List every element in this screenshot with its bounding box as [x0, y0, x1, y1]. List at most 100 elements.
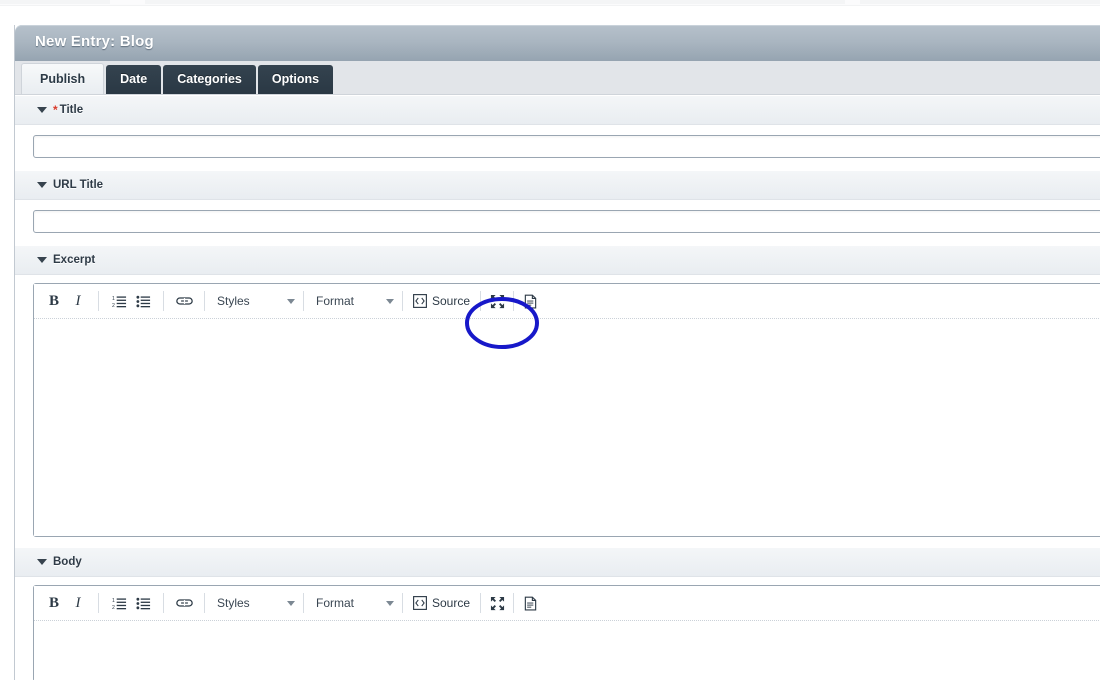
- source-button[interactable]: Source: [407, 591, 476, 615]
- document-templates-icon: [524, 596, 536, 610]
- toolbar-separator: [204, 593, 205, 613]
- tab-options-label: Options: [271, 72, 320, 86]
- toolbar-separator: [480, 291, 482, 311]
- link-button[interactable]: [172, 591, 196, 615]
- styles-dropdown[interactable]: Styles: [209, 591, 299, 615]
- collapse-caret-icon[interactable]: [37, 257, 47, 263]
- styles-dropdown-label: Styles: [217, 596, 250, 610]
- tab-strip: Publish Date Categories Options: [15, 61, 1100, 95]
- field-label-url-title: URL Title: [53, 179, 104, 191]
- toolbar-separator: [513, 593, 515, 613]
- field-group-url-title: URL Title: [15, 170, 1100, 245]
- field-label-body: Body: [53, 556, 82, 568]
- field-header-body[interactable]: Body: [15, 547, 1100, 577]
- field-group-excerpt: Excerpt B I 1 2 Styles Format Source: [15, 245, 1100, 547]
- field-body-excerpt: B I 1 2 Styles Format Source: [15, 275, 1100, 547]
- excerpt-rich-text-editor: B I 1 2 Styles Format Source: [33, 283, 1100, 537]
- tab-date-label: Date: [120, 72, 148, 86]
- url-title-input[interactable]: [33, 210, 1100, 233]
- chevron-down-icon: [386, 298, 394, 304]
- document-templates-icon: [524, 294, 536, 308]
- format-dropdown[interactable]: Format: [308, 289, 398, 313]
- field-group-title: * Title: [15, 95, 1100, 170]
- templates-button[interactable]: [518, 591, 542, 615]
- toolbar-separator: [98, 291, 99, 311]
- bulleted-list-button[interactable]: [131, 591, 155, 615]
- screenshot-root: New Entry: Blog Publish Date Categories …: [0, 0, 1100, 680]
- format-dropdown[interactable]: Format: [308, 591, 398, 615]
- svg-text:1: 1: [112, 296, 115, 302]
- chevron-down-icon: [287, 298, 295, 304]
- tab-categories[interactable]: Categories: [163, 65, 256, 94]
- link-icon: [175, 599, 193, 607]
- bold-button[interactable]: B: [42, 289, 66, 313]
- window-titlebar: New Entry: Blog: [15, 25, 1100, 61]
- code-source-icon: [413, 596, 427, 610]
- maximize-icon: [490, 596, 504, 610]
- publish-tab-content: * Title URL Title Excerpt B I 1 2 Styles…: [15, 95, 1100, 680]
- maximize-button[interactable]: [485, 591, 509, 615]
- source-button[interactable]: Source: [407, 289, 476, 313]
- link-icon: [175, 297, 193, 305]
- toolbar-separator: [402, 593, 403, 613]
- toolbar-separator: [204, 291, 205, 311]
- templates-button[interactable]: [518, 289, 542, 313]
- toolbar-separator: [163, 291, 164, 311]
- field-label-excerpt: Excerpt: [53, 254, 96, 266]
- tab-options[interactable]: Options: [257, 65, 334, 94]
- toolbar-separator: [98, 593, 99, 613]
- field-group-body: Body B I 1 2 Styles Format Source: [15, 547, 1100, 680]
- toolbar-separator: [303, 291, 304, 311]
- field-header-excerpt[interactable]: Excerpt: [15, 245, 1100, 275]
- excerpt-editor-toolbar: B I 1 2 Styles Format Source: [34, 284, 1100, 319]
- tab-publish-label: Publish: [40, 72, 86, 86]
- field-label-title: Title: [59, 104, 84, 116]
- format-dropdown-label: Format: [316, 294, 355, 308]
- styles-dropdown-label: Styles: [217, 294, 250, 308]
- body-rich-text-editor: B I 1 2 Styles Format Source: [33, 585, 1100, 680]
- bulleted-list-icon: [135, 295, 150, 307]
- field-body-body: B I 1 2 Styles Format Source: [15, 577, 1100, 680]
- italic-button[interactable]: I: [66, 289, 90, 313]
- collapse-caret-icon[interactable]: [37, 559, 47, 565]
- numbered-list-button[interactable]: 1 2: [107, 289, 131, 313]
- bulleted-list-button[interactable]: [131, 289, 155, 313]
- numbered-list-button[interactable]: 1 2: [107, 591, 131, 615]
- maximize-button[interactable]: [485, 289, 509, 313]
- tab-publish[interactable]: Publish: [21, 63, 105, 94]
- numbered-list-icon: 1 2: [112, 296, 126, 309]
- field-header-url-title[interactable]: URL Title: [15, 170, 1100, 200]
- top-remnant-strip: [0, 0, 1100, 6]
- entry-panel: New Entry: Blog Publish Date Categories …: [14, 25, 1100, 680]
- tab-date[interactable]: Date: [106, 65, 162, 94]
- page-title: New Entry: Blog: [35, 33, 154, 50]
- toolbar-separator: [303, 593, 304, 613]
- source-button-label: Source: [432, 294, 471, 308]
- toolbar-separator: [480, 593, 482, 613]
- collapse-caret-icon[interactable]: [37, 107, 47, 113]
- toolbar-separator: [402, 291, 403, 311]
- source-button-label: Source: [432, 596, 471, 610]
- chevron-down-icon: [386, 600, 394, 606]
- italic-button[interactable]: I: [66, 591, 90, 615]
- title-input[interactable]: [33, 135, 1100, 158]
- numbered-list-icon: 1 2: [112, 598, 126, 611]
- required-asterisk: *: [53, 103, 58, 117]
- maximize-icon: [490, 294, 504, 308]
- svg-text:2: 2: [112, 605, 115, 611]
- bold-button[interactable]: B: [42, 591, 66, 615]
- collapse-caret-icon[interactable]: [37, 182, 47, 188]
- excerpt-editor-canvas[interactable]: [34, 319, 1100, 536]
- code-source-icon: [413, 294, 427, 308]
- format-dropdown-label: Format: [316, 596, 355, 610]
- field-header-title[interactable]: * Title: [15, 95, 1100, 125]
- styles-dropdown[interactable]: Styles: [209, 289, 299, 313]
- body-editor-toolbar: B I 1 2 Styles Format Source: [34, 586, 1100, 621]
- svg-text:2: 2: [112, 303, 115, 309]
- tab-categories-label: Categories: [177, 72, 242, 86]
- body-editor-canvas[interactable]: [34, 621, 1100, 680]
- link-button[interactable]: [172, 289, 196, 313]
- field-body-title: [15, 125, 1100, 170]
- toolbar-separator: [163, 593, 164, 613]
- toolbar-separator: [513, 291, 515, 311]
